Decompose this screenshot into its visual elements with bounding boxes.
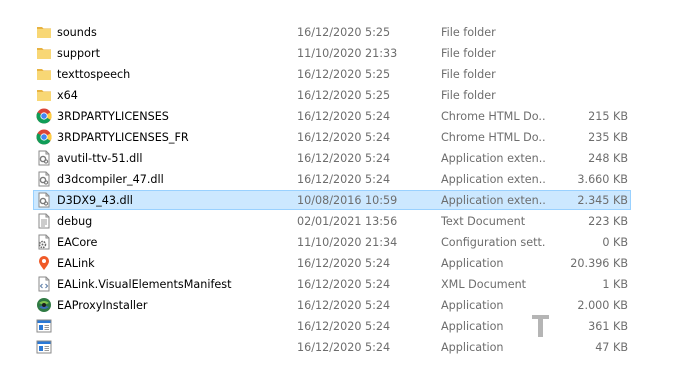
file-type: File folder <box>441 47 496 60</box>
file-row[interactable]: EAProxyInstaller 16/12/2020 5:24 Applicati… <box>0 295 698 316</box>
folder-icon <box>36 45 52 61</box>
application-icon <box>36 339 52 355</box>
file-date-modified: 16/12/2020 5:24 <box>297 278 391 291</box>
config-icon <box>36 234 52 250</box>
file-size: 1 KB <box>602 278 628 291</box>
folder-icon <box>36 87 52 103</box>
file-list: sounds 16/12/2020 5:25 File folder support 1… <box>0 22 698 358</box>
file-size: 20.396 KB <box>570 257 628 270</box>
file-name: avutil-ttv-51.dll <box>57 152 143 165</box>
file-row[interactable]: debug 02/01/2021 13:56 Text Document 223 KB <box>0 211 698 232</box>
file-type: Text Document <box>441 215 526 228</box>
file-name: debug <box>57 215 93 228</box>
file-name: 3RDPARTYLICENSES <box>57 110 169 123</box>
file-type: XML Document <box>441 278 527 291</box>
file-name: EALink <box>57 257 95 270</box>
xml-document-icon <box>36 276 52 292</box>
chrome-icon <box>36 129 52 145</box>
file-date-modified: 16/12/2020 5:25 <box>297 26 391 39</box>
file-name: texttospeech <box>57 68 131 81</box>
file-name: D3DX9_43.dll <box>57 194 133 207</box>
file-date-modified: 16/12/2020 5:24 <box>297 257 391 270</box>
dll-icon <box>36 171 52 187</box>
file-date-modified: 11/10/2020 21:33 <box>297 47 398 60</box>
file-row[interactable]: d3dcompiler_47.dll 16/12/2020 5:24 Applica… <box>0 169 698 190</box>
file-name: d3dcompiler_47.dll <box>57 173 164 186</box>
file-row[interactable]: support 11/10/2020 21:33 File folder <box>0 43 698 64</box>
file-row[interactable]: 3RDPARTYLICENSES_FR 16/12/2020 5:24 Chrome… <box>0 127 698 148</box>
file-date-modified: 16/12/2020 5:24 <box>297 320 391 333</box>
file-row[interactable]: 3RDPARTYLICENSES 16/12/2020 5:24 Chrome HT… <box>0 106 698 127</box>
file-size: 0 KB <box>602 236 628 249</box>
file-row[interactable]: avutil-ttv-51.dll 16/12/2020 5:24 Applicat… <box>0 148 698 169</box>
file-date-modified: 16/12/2020 5:24 <box>297 131 391 144</box>
file-row[interactable]: sounds 16/12/2020 5:25 File folder <box>0 22 698 43</box>
file-name: EAProxyInstaller <box>57 299 148 312</box>
file-size: 3.660 KB <box>577 173 628 186</box>
file-date-modified: 11/10/2020 21:34 <box>297 236 398 249</box>
file-size: 2.000 KB <box>577 299 628 312</box>
file-type: Configuration sett... <box>441 236 546 249</box>
file-date-modified: 16/12/2020 5:25 <box>297 68 391 81</box>
file-row[interactable]: texttospeech 16/12/2020 5:25 File folder <box>0 64 698 85</box>
file-type: Chrome HTML Do... <box>441 110 546 123</box>
text-cursor-watermark-icon <box>531 314 551 340</box>
file-size: 248 KB <box>588 152 628 165</box>
folder-icon <box>36 66 52 82</box>
file-row[interactable]: EALink 16/12/2020 5:24 Application 20.396 K… <box>0 253 698 274</box>
file-date-modified: 10/08/2016 10:59 <box>297 194 398 207</box>
file-date-modified: 16/12/2020 5:24 <box>297 299 391 312</box>
file-name: EACore <box>57 236 98 249</box>
file-date-modified: 02/01/2021 13:56 <box>297 215 398 228</box>
file-type: File folder <box>441 68 496 81</box>
text-document-icon <box>36 213 52 229</box>
file-type: File folder <box>441 26 496 39</box>
file-row[interactable]: x64 16/12/2020 5:25 File folder <box>0 85 698 106</box>
application-icon <box>36 318 52 334</box>
file-size: 2.345 KB <box>577 194 628 207</box>
file-row[interactable]: EALink.VisualElementsManifest 16/12/2020 … <box>0 274 698 295</box>
file-size: 215 KB <box>588 110 628 123</box>
file-type: Chrome HTML Do... <box>441 131 546 144</box>
dll-icon <box>36 150 52 166</box>
file-row[interactable]: 16/12/2020 5:24 Application 47 KB <box>0 337 698 358</box>
file-size: 47 KB <box>595 341 628 354</box>
file-row[interactable]: EACore 11/10/2020 21:34 Configuration sett… <box>0 232 698 253</box>
file-date-modified: 16/12/2020 5:24 <box>297 152 391 165</box>
file-size: 361 KB <box>588 320 628 333</box>
ea-link-icon <box>36 255 52 271</box>
file-name: 3RDPARTYLICENSES_FR <box>57 131 189 144</box>
file-type: Application <box>441 257 504 270</box>
file-date-modified: 16/12/2020 5:24 <box>297 110 391 123</box>
file-name: sounds <box>57 26 97 39</box>
file-date-modified: 16/12/2020 5:25 <box>297 89 391 102</box>
file-type: Application <box>441 299 504 312</box>
file-type: Application exten... <box>441 173 546 186</box>
file-type: Application <box>441 341 504 354</box>
file-row[interactable]: 16/12/2020 5:24 Application 361 KB <box>0 316 698 337</box>
file-name: support <box>57 47 100 60</box>
file-type: File folder <box>441 89 496 102</box>
dll-icon <box>36 192 52 208</box>
file-date-modified: 16/12/2020 5:24 <box>297 173 391 186</box>
installer-icon <box>36 297 52 313</box>
chrome-icon <box>36 108 52 124</box>
file-type: Application exten... <box>441 152 546 165</box>
file-size: 235 KB <box>588 131 628 144</box>
file-size: 223 KB <box>588 215 628 228</box>
file-type: Application exten... <box>441 194 546 207</box>
file-name: x64 <box>57 89 78 102</box>
file-name: EALink.VisualElementsManifest <box>57 278 232 291</box>
file-row[interactable]: D3DX9_43.dll 10/08/2016 10:59 Application … <box>0 190 698 211</box>
folder-icon <box>36 24 52 40</box>
file-date-modified: 16/12/2020 5:24 <box>297 341 391 354</box>
